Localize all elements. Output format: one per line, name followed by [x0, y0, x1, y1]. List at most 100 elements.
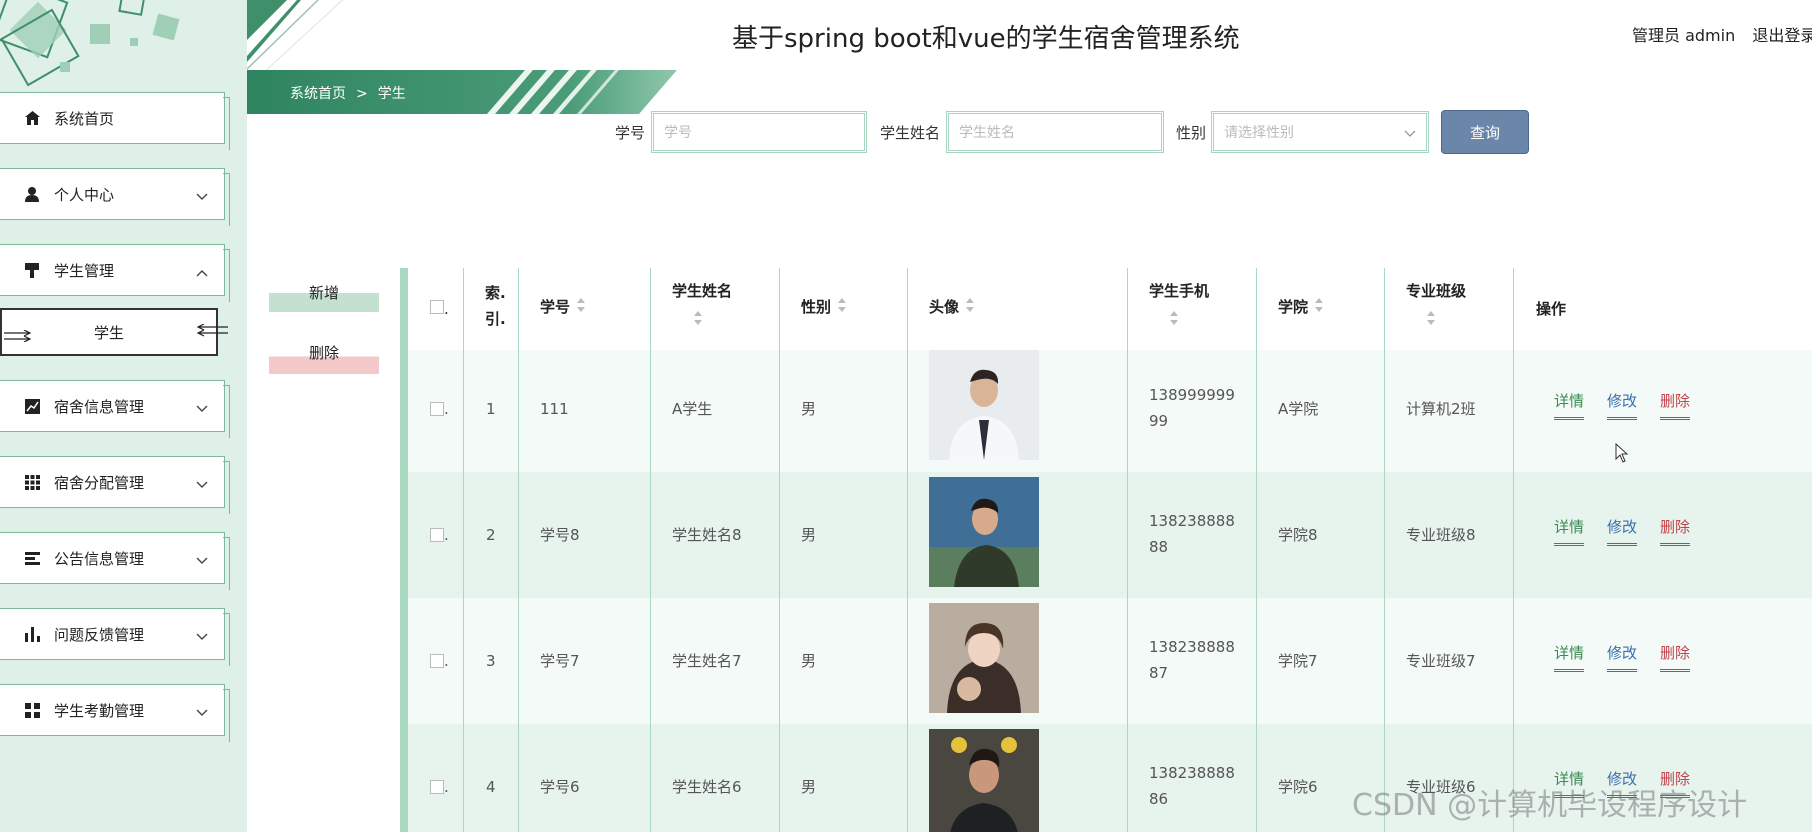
- breadcrumb-trail: 系统首页 > 学生: [290, 83, 406, 103]
- cell-phone-line1: 138238888: [1149, 764, 1235, 782]
- header-student-id-label: 学号: [540, 298, 571, 316]
- table-header: . 索. 引. 学号 学生姓名 性别 头像 学生手机 学院 专业班级 操作: [408, 268, 1812, 350]
- cell-gender: 男: [801, 652, 817, 670]
- chevron-down-icon: [196, 703, 208, 721]
- gender-select[interactable]: 请选择性别: [1211, 111, 1429, 153]
- detail-link[interactable]: 详情: [1554, 516, 1585, 546]
- edit-link[interactable]: 修改: [1607, 516, 1638, 546]
- row-checkbox[interactable]: [430, 402, 444, 416]
- cell-gender: 男: [801, 778, 817, 796]
- column-divider: [650, 268, 651, 832]
- student-id-placeholder: 学号: [664, 125, 692, 141]
- cell-gender: 男: [801, 526, 817, 544]
- header-avatar[interactable]: 头像: [929, 294, 975, 321]
- add-button[interactable]: 新增: [269, 270, 379, 312]
- sidebar-item-label: 系统首页: [54, 109, 115, 128]
- breadcrumb-home[interactable]: 系统首页: [290, 86, 346, 102]
- chevron-down-icon: [196, 475, 208, 493]
- list-icon: [24, 550, 40, 566]
- sidebar-item-notice-info[interactable]: 公告信息管理: [0, 532, 230, 590]
- chevron-down-icon: [196, 187, 208, 205]
- double-arrow-icon: [4, 328, 34, 346]
- cell-phone-line2: 86: [1149, 790, 1169, 808]
- delete-link[interactable]: 删除: [1660, 516, 1691, 546]
- row-checkbox[interactable]: [430, 528, 444, 542]
- query-button[interactable]: 查询: [1441, 110, 1529, 154]
- sort-icon[interactable]: [1169, 310, 1179, 330]
- header-class-label[interactable]: 专业班级: [1406, 278, 1466, 304]
- cell-college: 学院8: [1278, 526, 1318, 544]
- avatar: [929, 477, 1039, 587]
- cell-index: 3: [486, 652, 496, 670]
- apps-icon: [24, 702, 40, 718]
- sort-icon[interactable]: [837, 295, 847, 321]
- sort-icon[interactable]: [965, 295, 975, 321]
- cell-student-id: 学号8: [540, 526, 580, 544]
- row-checkbox[interactable]: [430, 780, 444, 794]
- header-college[interactable]: 学院: [1278, 294, 1324, 321]
- cell-phone-line1: 138238888: [1149, 512, 1235, 530]
- sidebar-item-label: 学生考勤管理: [54, 701, 145, 720]
- cell-index: 4: [486, 778, 496, 796]
- sort-icon[interactable]: [576, 295, 586, 321]
- column-divider: [779, 268, 780, 832]
- header-decor: [247, 0, 387, 70]
- sort-icon[interactable]: [1314, 295, 1324, 321]
- sort-icon[interactable]: [1426, 310, 1436, 330]
- sidebar-item-feedback[interactable]: 问题反馈管理: [0, 608, 230, 666]
- header-student-id[interactable]: 学号: [540, 294, 586, 321]
- detail-link[interactable]: 详情: [1554, 642, 1585, 672]
- user-name: 管理员 admin: [1632, 26, 1736, 45]
- chevron-down-icon: [196, 627, 208, 645]
- sidebar-item-dorm-info[interactable]: 宿舍信息管理: [0, 380, 230, 438]
- student-id-label: 学号: [615, 124, 646, 142]
- student-id-input[interactable]: 学号: [651, 111, 867, 153]
- delete-link[interactable]: 删除: [1660, 642, 1691, 672]
- sidebar-item-label: 学生管理: [54, 261, 115, 280]
- student-name-input[interactable]: 学生姓名: [946, 111, 1164, 153]
- sidebar-item-home[interactable]: 系统首页: [0, 92, 230, 150]
- sidebar-item-personal-center[interactable]: 个人中心: [0, 168, 230, 226]
- sidebar-item-label: 公告信息管理: [54, 549, 145, 568]
- sidebar-item-dorm-allocation[interactable]: 宿舍分配管理: [0, 456, 230, 514]
- column-divider: [518, 268, 519, 832]
- avatar: [929, 350, 1039, 460]
- detail-link[interactable]: 详情: [1554, 390, 1585, 420]
- breadcrumb-current: 学生: [377, 86, 406, 102]
- sidebar-item-attendance[interactable]: 学生考勤管理: [0, 684, 230, 742]
- batch-delete-button[interactable]: 删除: [269, 330, 379, 374]
- cell-phone-line2: 88: [1149, 538, 1169, 556]
- breadcrumb-separator: >: [356, 86, 368, 102]
- brush-icon: [24, 262, 40, 278]
- gender-placeholder: 请选择性别: [1224, 125, 1294, 141]
- row-checkbox[interactable]: [430, 654, 444, 668]
- table-row: [408, 350, 1812, 476]
- header-gender[interactable]: 性别: [801, 294, 847, 321]
- cell-phone-line1: 138999999: [1149, 386, 1235, 404]
- sidebar-subitem-student[interactable]: 学生: [0, 308, 228, 356]
- logout-link[interactable]: 退出登录: [1752, 26, 1812, 45]
- edit-link[interactable]: 修改: [1607, 642, 1638, 672]
- user-area: 管理员 admin 退出登录: [1632, 22, 1812, 46]
- select-all-checkbox[interactable]: [430, 300, 444, 314]
- header-college-label: 学院: [1278, 298, 1309, 316]
- cell-phone-line2: 99: [1149, 412, 1169, 430]
- decor-square: [152, 13, 180, 41]
- column-divider: [1513, 268, 1514, 832]
- sidebar-item-student-management[interactable]: 学生管理: [0, 244, 230, 302]
- delete-link[interactable]: 删除: [1660, 390, 1691, 420]
- header-phone-label[interactable]: 学生手机: [1149, 278, 1209, 304]
- sidebar: 系统首页 个人中心 学生管理 学生 宿舍信息管理 宿舍分配管理 公告信息管理 问…: [0, 0, 247, 832]
- sidebar-menu: 系统首页 个人中心 学生管理 学生 宿舍信息管理 宿舍分配管理 公告信息管理 问…: [0, 92, 247, 760]
- edit-link[interactable]: 修改: [1607, 390, 1638, 420]
- sort-icon[interactable]: [693, 310, 703, 330]
- decor-square: [90, 24, 110, 44]
- sidebar-item-label: 宿舍信息管理: [54, 397, 145, 416]
- student-name-placeholder: 学生姓名: [959, 125, 1015, 141]
- header-student-name-label[interactable]: 学生姓名: [672, 278, 732, 304]
- header-index-2: 引.: [485, 310, 506, 328]
- header-avatar-label: 头像: [929, 298, 960, 316]
- sidebar-item-label: 个人中心: [54, 185, 115, 204]
- header-index-1: 索.: [485, 284, 506, 302]
- header-check-dot: .: [444, 300, 449, 318]
